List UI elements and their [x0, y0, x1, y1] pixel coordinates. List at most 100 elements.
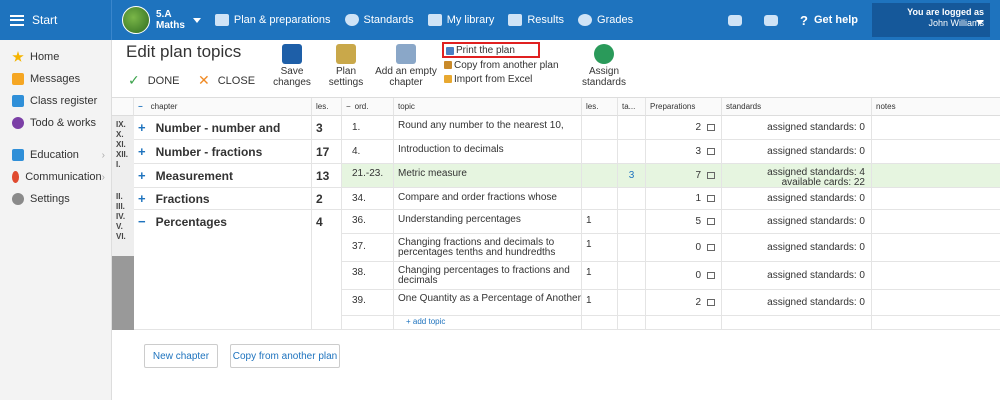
add-chapter-button[interactable]: Add an empty chapter: [374, 44, 438, 88]
sidebar-item-home[interactable]: Home: [0, 46, 111, 68]
nav-standards[interactable]: Standards: [344, 14, 414, 26]
topic-order: 36.: [342, 210, 394, 234]
topic-name[interactable]: Metric measure: [394, 164, 582, 188]
book-icon: [707, 298, 715, 306]
preparations-count[interactable]: 2: [646, 290, 722, 316]
expand-icon: +: [138, 168, 146, 183]
copy-icon: [444, 61, 452, 69]
sidebar-item-communication[interactable]: Communication ›: [0, 166, 111, 188]
plan-actions-menu: Print the plan Copy from another plan Im…: [442, 42, 572, 86]
add-topic-spacer: [342, 316, 394, 330]
topic-tasks: [618, 188, 646, 210]
user-menu[interactable]: You are logged as John Williams: [872, 3, 990, 37]
hamburger-icon: [10, 14, 24, 26]
standards-count[interactable]: assigned standards: 0: [722, 262, 872, 290]
chat-icon[interactable]: [728, 14, 743, 26]
chapter-row[interactable]: + Fractions: [134, 188, 312, 210]
notes-cell[interactable]: [872, 164, 1000, 188]
start-menu[interactable]: Start: [0, 0, 112, 40]
chapter-row[interactable]: + Measurement: [134, 164, 312, 188]
topic-lessons: [582, 164, 618, 188]
preparations-count[interactable]: 0: [646, 262, 722, 290]
preparations-count[interactable]: 7: [646, 164, 722, 188]
import-excel-item[interactable]: Import from Excel: [442, 72, 572, 86]
notes-cell[interactable]: [872, 262, 1000, 290]
star-icon: [12, 51, 24, 62]
grades-icon: [578, 14, 593, 26]
month-labels-2: II. III. IV. V. VI.: [112, 190, 134, 256]
topic-order: 39.: [342, 290, 394, 316]
preparations-count[interactable]: 3: [646, 140, 722, 164]
standards-count[interactable]: assigned standards: 4 available cards: 22: [722, 164, 872, 188]
notes-cell[interactable]: [872, 116, 1000, 140]
header-les[interactable]: les.: [312, 98, 342, 116]
header-preparations[interactable]: Preparations: [646, 98, 722, 116]
header-ord[interactable]: − ord.: [342, 98, 394, 116]
sidebar-item-messages[interactable]: Messages: [0, 68, 111, 90]
topic-name[interactable]: Understanding percentages: [394, 210, 582, 234]
save-changes-button[interactable]: Save changes: [272, 44, 312, 88]
notes-cell[interactable]: [872, 140, 1000, 164]
header-les2[interactable]: les.: [582, 98, 618, 116]
sidebar-item-settings[interactable]: Settings: [0, 188, 111, 210]
sidebar-item-todo[interactable]: Todo & works: [0, 112, 111, 134]
notes-cell[interactable]: [872, 210, 1000, 234]
print-plan-item[interactable]: Print the plan: [442, 42, 540, 58]
topic-lessons: [582, 116, 618, 140]
standards-count[interactable]: assigned standards: 0: [722, 234, 872, 262]
nav-results[interactable]: Results: [508, 14, 564, 26]
topic-name[interactable]: Changing percentages to fractions and de…: [394, 262, 582, 290]
topic-name[interactable]: Changing fractions and decimals to perce…: [394, 234, 582, 262]
chapter-lessons: 3: [312, 116, 342, 140]
chapter-lessons: 13: [312, 164, 342, 188]
standards-count[interactable]: assigned standards: 0: [722, 116, 872, 140]
notes-cell[interactable]: [872, 234, 1000, 262]
nav-plan-preparations[interactable]: Plan & preparations: [214, 14, 331, 26]
header-notes[interactable]: notes: [872, 98, 1000, 116]
chevron-down-icon: [976, 20, 984, 25]
notes-cell[interactable]: [872, 188, 1000, 210]
topic-name[interactable]: Round any number to the nearest 10, 100,…: [394, 116, 582, 140]
chevron-right-icon: ›: [101, 171, 105, 183]
notes-cell[interactable]: [872, 290, 1000, 316]
topic-name[interactable]: Introduction to decimals: [394, 140, 582, 164]
new-chapter-button[interactable]: New chapter: [144, 344, 218, 368]
sidebar-item-education[interactable]: Education ›: [0, 144, 111, 166]
mail-icon[interactable]: [764, 14, 779, 26]
add-topic-link[interactable]: + add topic: [394, 316, 582, 330]
topic-name[interactable]: One Quantity as a Percentage of Another: [394, 290, 582, 316]
copy-another-plan-button[interactable]: Copy from another plan: [230, 344, 340, 368]
header-chapter[interactable]: − chapter: [134, 98, 312, 116]
header-standards[interactable]: standards: [722, 98, 872, 116]
class-avatar-icon: [122, 6, 150, 34]
class-selector[interactable]: 5.A Maths: [122, 6, 215, 34]
topic-tasks: [618, 140, 646, 164]
plan-settings-button[interactable]: Plan settings: [326, 44, 366, 88]
topic-name[interactable]: Compare and order fractions whose denom.…: [394, 188, 582, 210]
standards-count[interactable]: assigned standards: 0: [722, 140, 872, 164]
chapter-row[interactable]: +Number - fractions (includ...: [134, 140, 312, 164]
preparations-count[interactable]: 2: [646, 116, 722, 140]
nav-my-library[interactable]: My library: [427, 14, 494, 26]
preparations-count[interactable]: 1: [646, 188, 722, 210]
done-button[interactable]: ✓ DONE: [128, 72, 180, 89]
close-button[interactable]: ✕ CLOSE: [198, 72, 255, 89]
standards-count[interactable]: assigned standards: 0: [722, 290, 872, 316]
sidebar-item-class-register[interactable]: Class register: [0, 90, 111, 112]
chapter-row[interactable]: +Number - number and plac...: [134, 116, 312, 140]
standards-count[interactable]: assigned standards: 0: [722, 210, 872, 234]
preparations-count[interactable]: 5: [646, 210, 722, 234]
topic-order: 37.: [342, 234, 394, 262]
header-ta[interactable]: ta...: [618, 98, 646, 116]
preparations-count[interactable]: 0: [646, 234, 722, 262]
nav-grades[interactable]: Grades: [578, 14, 633, 26]
assign-standards-button[interactable]: Assign standards: [582, 44, 626, 88]
chapter-row[interactable]: − Percentages: [134, 210, 312, 330]
topic-tasks[interactable]: 3: [618, 164, 646, 188]
header-topic[interactable]: topic: [394, 98, 582, 116]
help-button[interactable]: ? Get help: [800, 13, 858, 28]
library-icon: [427, 14, 442, 26]
standards-count[interactable]: assigned standards: 0: [722, 188, 872, 210]
copy-plan-item[interactable]: Copy from another plan: [442, 58, 572, 72]
question-icon: ?: [800, 12, 808, 28]
